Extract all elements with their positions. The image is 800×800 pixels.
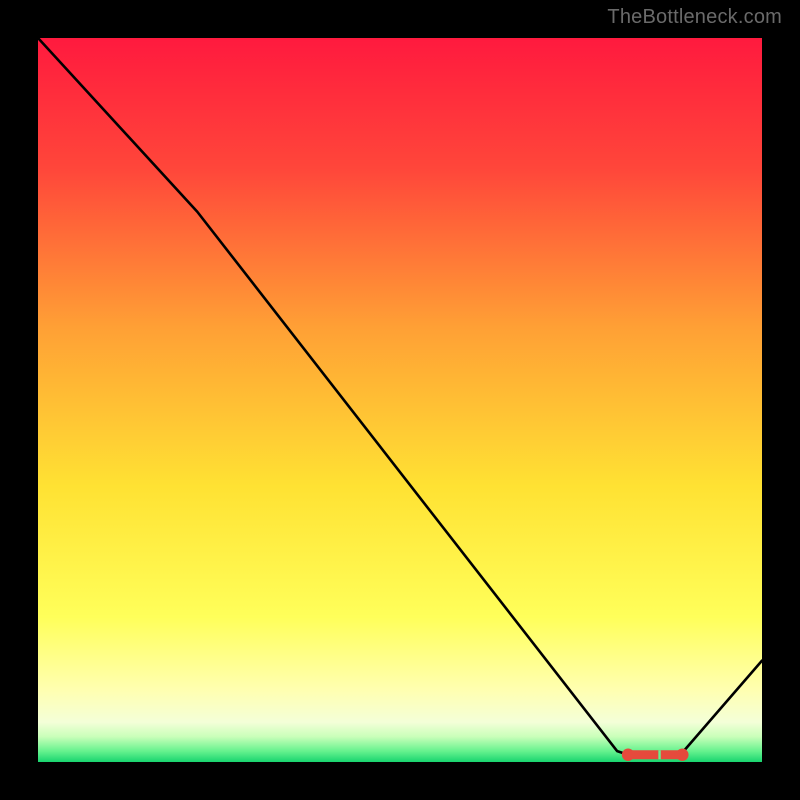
marker-end-right [676,749,688,761]
marker-end-left [622,749,634,761]
attribution-text: TheBottleneck.com [607,6,782,29]
chart-area [38,38,762,762]
chart-background [38,38,762,762]
marker-sausage [622,749,689,761]
chart-svg [38,38,762,762]
marker-notch [658,750,660,759]
